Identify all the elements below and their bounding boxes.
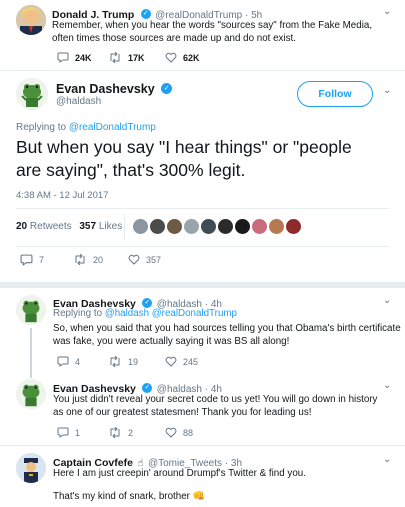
divider (16, 246, 389, 247)
retweet-icon[interactable] (73, 254, 87, 265)
like-icon[interactable] (165, 52, 177, 63)
timestamp[interactable]: 4:38 AM - 12 Jul 2017 (16, 190, 108, 201)
covfefe-avatar[interactable] (16, 453, 46, 483)
verified-icon: ✓ (140, 8, 151, 19)
tweet-text-line: You just didn't reveal your secret code … (53, 394, 378, 405)
mention-link[interactable]: @realDonaldTrump (69, 122, 156, 133)
tweet-text-line: That's my kind of snark, brother (53, 491, 190, 502)
retweet-count: 17K (128, 52, 145, 63)
author-handle[interactable]: @haldash (56, 96, 101, 107)
retweet-icon[interactable] (108, 356, 122, 367)
reply-count: 4 (75, 356, 81, 367)
chevron-down-icon[interactable]: ⌄ (383, 295, 391, 306)
retweet-count: 20 (93, 254, 104, 265)
portrait-image (16, 5, 46, 35)
reply-icon[interactable] (57, 427, 69, 438)
divider (0, 70, 405, 71)
liker-avatar[interactable] (286, 219, 301, 234)
reply-count: 24K (75, 52, 92, 63)
evan-avatar[interactable] (16, 379, 46, 409)
like-icon[interactable] (165, 427, 177, 438)
chevron-down-icon[interactable]: ⌄ (383, 454, 391, 465)
liker-avatar[interactable] (235, 219, 250, 234)
likes-stat[interactable]: 357 Likes (79, 221, 122, 232)
like-icon[interactable] (165, 356, 177, 367)
likes-stat-count: 357 (79, 221, 97, 232)
fist-bump-icon: 👊 (192, 491, 205, 502)
retweet-count: 2 (128, 427, 134, 438)
tweet-text-line: are saying", that's 300% legit. (16, 160, 246, 180)
tweet-text-line: Remember, when you hear the words "sourc… (52, 20, 373, 31)
retweet-icon[interactable] (108, 52, 122, 63)
liker-avatar[interactable] (218, 219, 233, 234)
verified-icon: ✓ (142, 297, 153, 308)
liker-avatar[interactable] (252, 219, 267, 234)
like-count: 357 (146, 254, 162, 265)
retweet-icon[interactable] (108, 427, 122, 438)
tweet-text-line: But when you say "I hear things" or "peo… (16, 137, 352, 157)
evan-avatar[interactable] (16, 78, 48, 110)
verified-icon: ✓ (161, 83, 173, 95)
replying-to-label: Replying to (16, 122, 69, 133)
divider (124, 214, 125, 240)
replying-to-label: Replying to (53, 308, 105, 319)
reply-count: 1 (75, 427, 81, 438)
like-icon[interactable] (128, 254, 140, 265)
tweet-text-line: was fake, you were actually saying it wa… (53, 336, 290, 347)
tweet-text-line: as one of our greatest statesmen! Thank … (53, 407, 312, 418)
follow-button[interactable]: Follow (297, 81, 373, 107)
reply-icon[interactable] (57, 52, 69, 63)
author-name[interactable]: Evan Dashevsky (56, 82, 155, 96)
thread-line (30, 328, 32, 378)
mention-link[interactable]: @haldash @realDonaldTrump (105, 308, 237, 319)
tweet-text-line: often times those sources are made up an… (52, 33, 296, 44)
verified-icon: ✓ (142, 382, 153, 393)
trump-avatar[interactable] (16, 5, 46, 35)
retweets-stat-count: 20 (16, 221, 28, 232)
tweet-text-line: Here I am just creepin' around Drumpf's … (53, 468, 306, 479)
chevron-down-icon[interactable]: ⌄ (383, 85, 391, 96)
reply-icon[interactable] (57, 356, 69, 367)
like-count: 88 (183, 427, 194, 438)
chevron-down-icon[interactable]: ⌄ (383, 380, 391, 391)
tweet-text-line: So, when you said that you had sources t… (53, 323, 401, 334)
reply-count: 7 (39, 255, 45, 265)
likes-stat-label: Likes (98, 221, 123, 232)
like-count: 62K (183, 52, 200, 63)
divider (0, 282, 405, 288)
retweet-count: 19 (128, 356, 139, 367)
liker-avatar[interactable] (167, 219, 182, 234)
liker-avatar[interactable] (201, 219, 216, 234)
evan-avatar[interactable] (16, 295, 46, 325)
liker-avatar[interactable] (269, 219, 284, 234)
retweets-stat[interactable]: 20 Retweets (16, 221, 74, 232)
frog-image (16, 78, 48, 110)
frog-image (16, 295, 46, 325)
liker-avatar[interactable] (133, 219, 148, 234)
divider (0, 445, 405, 446)
like-count: 245 (183, 356, 199, 367)
reply-icon[interactable] (20, 254, 33, 266)
liker-avatar[interactable] (184, 219, 199, 234)
frog-image (16, 379, 46, 409)
captain-image (16, 453, 46, 483)
retweets-stat-label: Retweets (29, 221, 72, 232)
divider (16, 208, 389, 209)
chevron-down-icon[interactable]: ⌄ (383, 6, 391, 17)
liker-avatar[interactable] (150, 219, 165, 234)
